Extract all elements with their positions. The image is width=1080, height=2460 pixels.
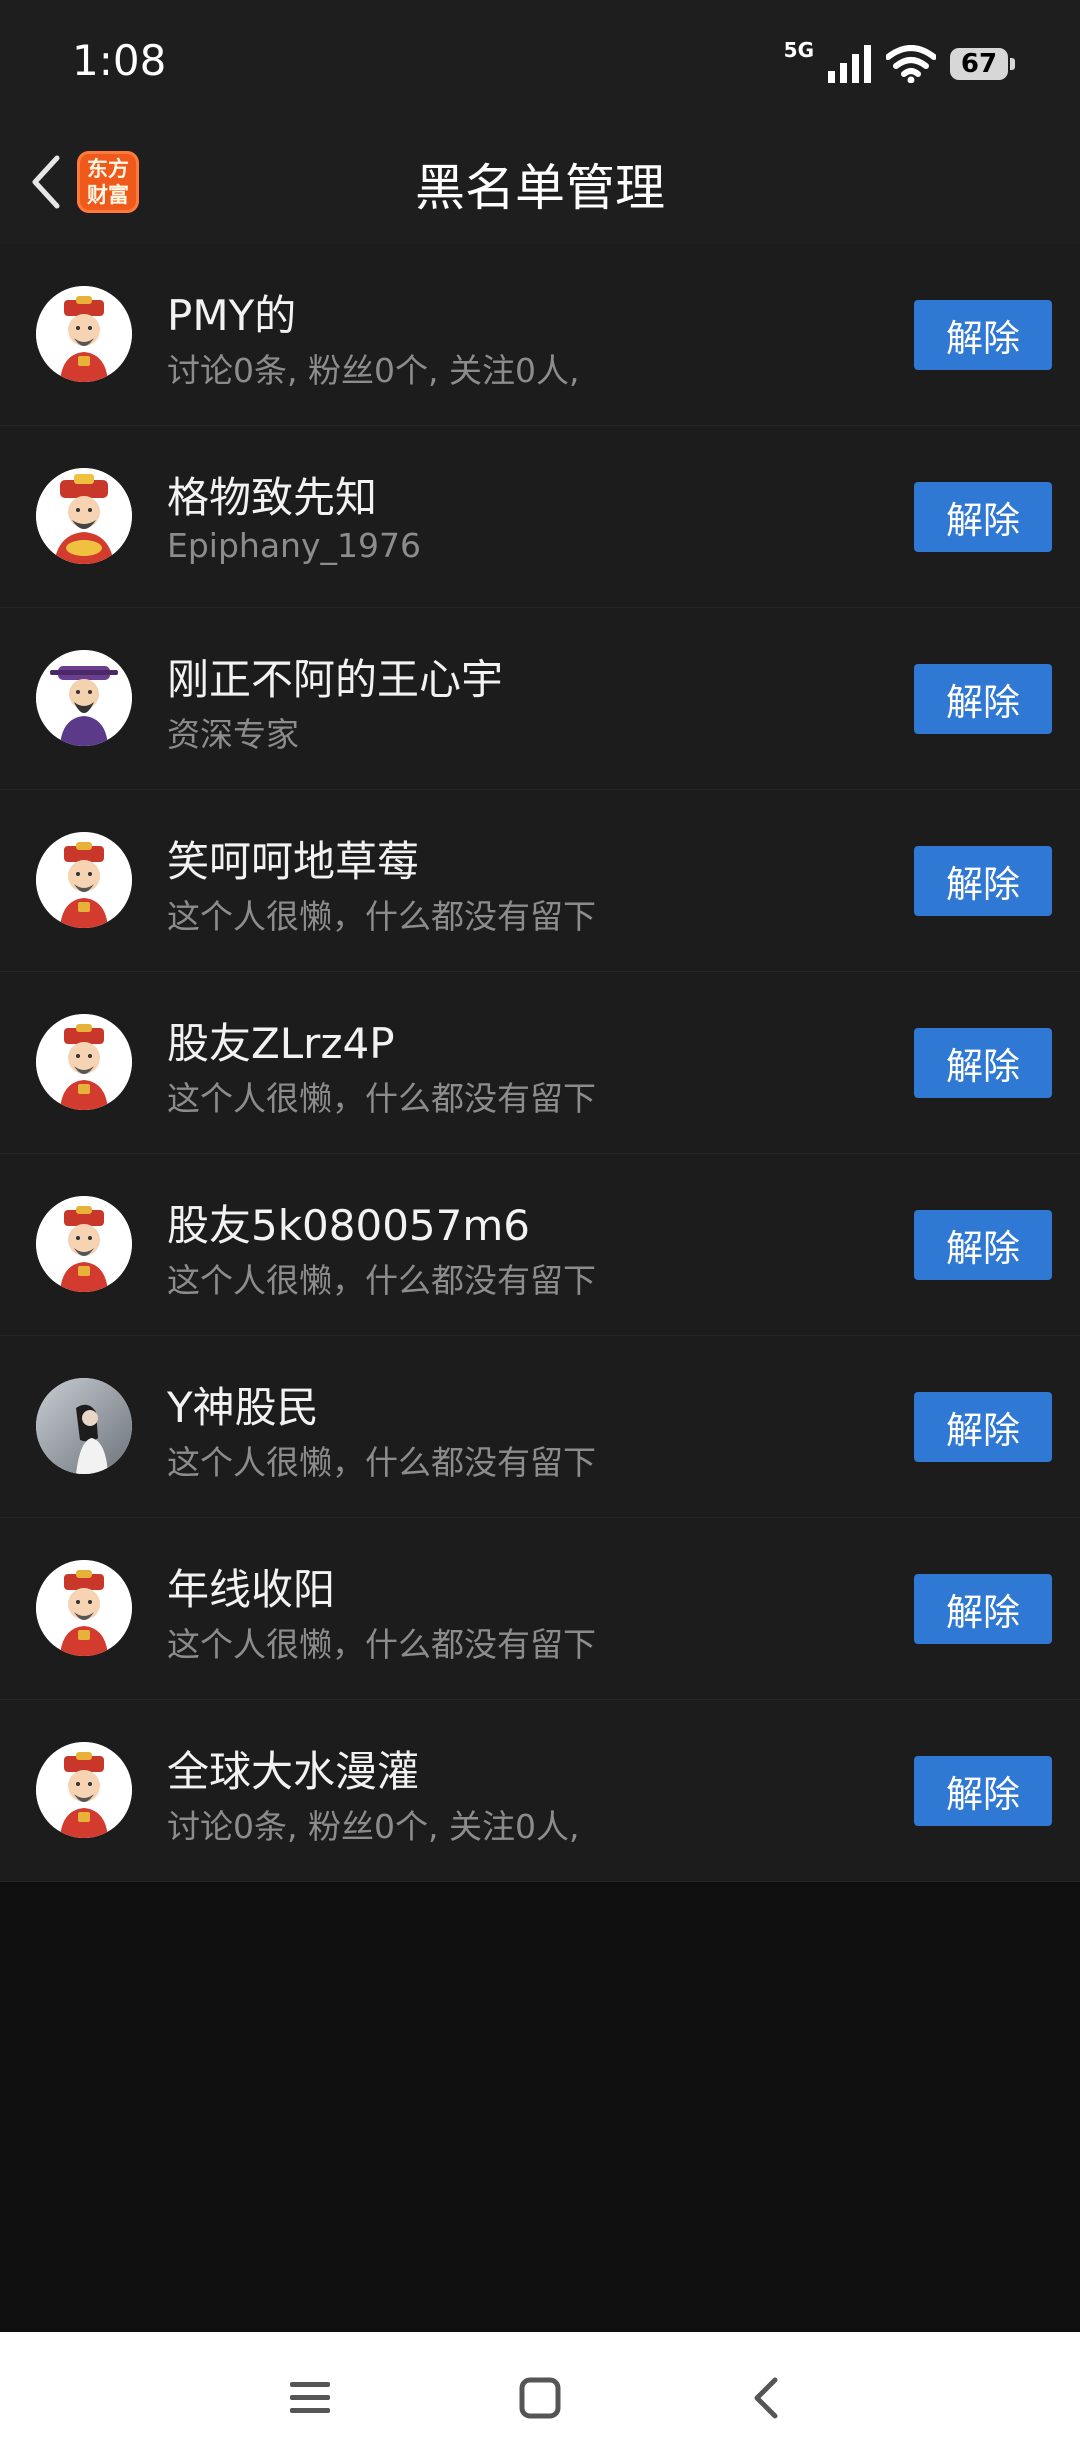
blocked-user-row[interactable]: 笑呵呵地草莓这个人很懒，什么都没有留下 解除 [0,790,1080,972]
user-subtitle: 资深专家 [167,715,299,754]
user-name[interactable]: 年线收阳 [167,1556,335,1617]
avatar[interactable] [36,1196,132,1292]
unblock-button[interactable]: 解除 [914,300,1052,370]
user-name[interactable]: PMY的 [167,282,296,343]
blocked-user-row[interactable]: 格物致先知 Epiphany_1976 解除 [0,426,1080,608]
user-name[interactable]: 全球大水漫灌 [167,1738,419,1799]
user-name[interactable]: 刚正不阿的王心宇 [167,646,503,707]
blocked-user-list: PMY的 讨论0条, 粉丝0个, 关注0人, 解除 格物致先知 Epiphany_197… [0,244,1080,1882]
blocked-user-row[interactable]: 刚正不阿的王心宇资深专家 解除 [0,608,1080,790]
unblock-button[interactable]: 解除 [914,1028,1052,1098]
avatar[interactable] [36,832,132,928]
avatar[interactable] [36,650,132,746]
avatar[interactable] [36,1378,132,1474]
blocked-user-row[interactable]: 年线收阳这个人很懒，什么都没有留下 解除 [0,1518,1080,1700]
user-subtitle: 这个人很懒，什么都没有留下 [167,1625,596,1664]
system-navigation-bar [0,2332,1080,2460]
menu-icon [290,2382,330,2413]
system-back-button[interactable] [736,2368,796,2428]
wifi-icon [886,45,936,83]
battery-indicator: 67 [950,48,1015,80]
status-icons: 5G 67 [783,36,1015,92]
unblock-button[interactable]: 解除 [914,1210,1052,1280]
blocked-user-row[interactable]: 全球大水漫灌讨论0条, 粉丝0个, 关注0人, 解除 [0,1700,1080,1882]
user-subtitle: 讨论0条, 粉丝0个, 关注0人, [167,351,580,390]
menu-button[interactable] [280,2368,340,2428]
page-title: 黑名单管理 [415,159,665,217]
blocked-user-row[interactable]: 股友ZLrz4P 这个人很懒，什么都没有留下 解除 [0,972,1080,1154]
blocked-user-row[interactable]: 股友5k080057m6 这个人很懒，什么都没有留下 解除 [0,1154,1080,1336]
avatar[interactable] [36,1560,132,1656]
user-subtitle: 这个人很懒，什么都没有留下 [167,1443,596,1482]
unblock-button[interactable]: 解除 [914,482,1052,552]
unblock-button[interactable]: 解除 [914,1392,1052,1462]
user-subtitle: 这个人很懒，什么都没有留下 [167,1079,596,1118]
user-name[interactable]: Y神股民 [167,1374,319,1435]
navigation-bar: 东方 财富 黑名单管理 [0,122,1080,244]
back-triangle-icon [754,2377,778,2419]
blocked-user-row[interactable]: Y神股民这个人很懒，什么都没有留下 解除 [0,1336,1080,1518]
unblock-button[interactable]: 解除 [914,664,1052,734]
avatar[interactable] [36,468,132,564]
user-subtitle: 这个人很懒，什么都没有留下 [167,897,596,936]
unblock-button[interactable]: 解除 [914,1574,1052,1644]
network-type: 5G [783,38,814,62]
home-button[interactable] [510,2368,570,2428]
user-name[interactable]: 股友ZLrz4P [167,1010,395,1071]
home-square-icon [519,2377,561,2419]
avatar[interactable] [36,1742,132,1838]
unblock-button[interactable]: 解除 [914,846,1052,916]
avatar[interactable] [36,1014,132,1110]
clock: 1:08 [72,36,167,85]
unblock-button[interactable]: 解除 [914,1756,1052,1826]
user-name[interactable]: 股友5k080057m6 [167,1192,530,1253]
signal-icon [828,45,871,83]
user-name[interactable]: 格物致先知 [167,464,377,525]
avatar[interactable] [36,286,132,382]
user-subtitle: Epiphany_1976 [167,526,421,565]
user-subtitle: 讨论0条, 粉丝0个, 关注0人, [167,1807,580,1846]
user-name[interactable]: 笑呵呵地草莓 [167,828,419,889]
blocked-user-row[interactable]: PMY的讨论0条, 粉丝0个, 关注0人, 解除 [0,244,1080,426]
status-bar: 1:08 5G 67 [0,0,1080,122]
user-subtitle: 这个人很懒，什么都没有留下 [167,1261,596,1300]
